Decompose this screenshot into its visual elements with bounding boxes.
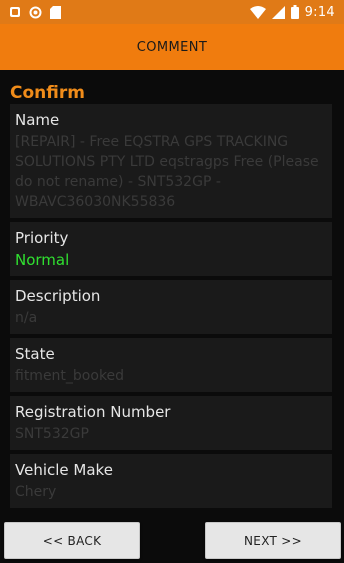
- section-title: Confirm: [10, 83, 85, 103]
- field-label: Description: [15, 287, 101, 305]
- field-value: SNT532GP: [15, 426, 89, 442]
- wifi-icon: [249, 5, 266, 19]
- status-icons-left: [0, 5, 61, 19]
- field-label: State: [15, 345, 55, 363]
- field-value: Normal: [15, 251, 70, 269]
- status-bar: 9:14: [0, 0, 344, 24]
- field-label: Name: [15, 111, 60, 129]
- field-label: Registration Number: [15, 403, 171, 421]
- field-value: fitment_booked: [15, 368, 125, 384]
- field-description: Description n/a: [10, 280, 332, 334]
- sd-card-icon: [50, 5, 61, 19]
- field-value: n/a: [15, 310, 38, 326]
- field-registration-number: Registration Number SNT532GP: [10, 396, 332, 450]
- field-value: Chery: [15, 484, 57, 500]
- field-name: Name [REPAIR] - Free EQSTRA GPS TRACKING…: [10, 104, 332, 218]
- field-vehicle-make: Vehicle Make Chery: [10, 454, 332, 508]
- signal-icon: [271, 5, 285, 19]
- status-time: 9:14: [304, 4, 335, 20]
- app-bar-title: COMMENT: [136, 39, 208, 55]
- app-bar: COMMENT: [0, 24, 344, 70]
- battery-icon: [290, 5, 299, 19]
- field-priority: Priority Normal: [10, 222, 332, 276]
- field-label: Vehicle Make: [15, 461, 113, 479]
- field-state: State fitment_booked: [10, 338, 332, 392]
- status-icons-right: 9:14: [249, 4, 344, 20]
- sync-icon: [29, 6, 42, 19]
- notification-icon: [9, 6, 21, 18]
- field-value: [REPAIR] - Free EQSTRA GPS TRACKING SOLU…: [15, 134, 319, 210]
- confirm-field-list[interactable]: Name [REPAIR] - Free EQSTRA GPS TRACKING…: [10, 104, 332, 512]
- field-label: Priority: [15, 229, 69, 247]
- next-button[interactable]: NEXT >>: [205, 522, 341, 559]
- back-button[interactable]: << BACK: [4, 522, 140, 559]
